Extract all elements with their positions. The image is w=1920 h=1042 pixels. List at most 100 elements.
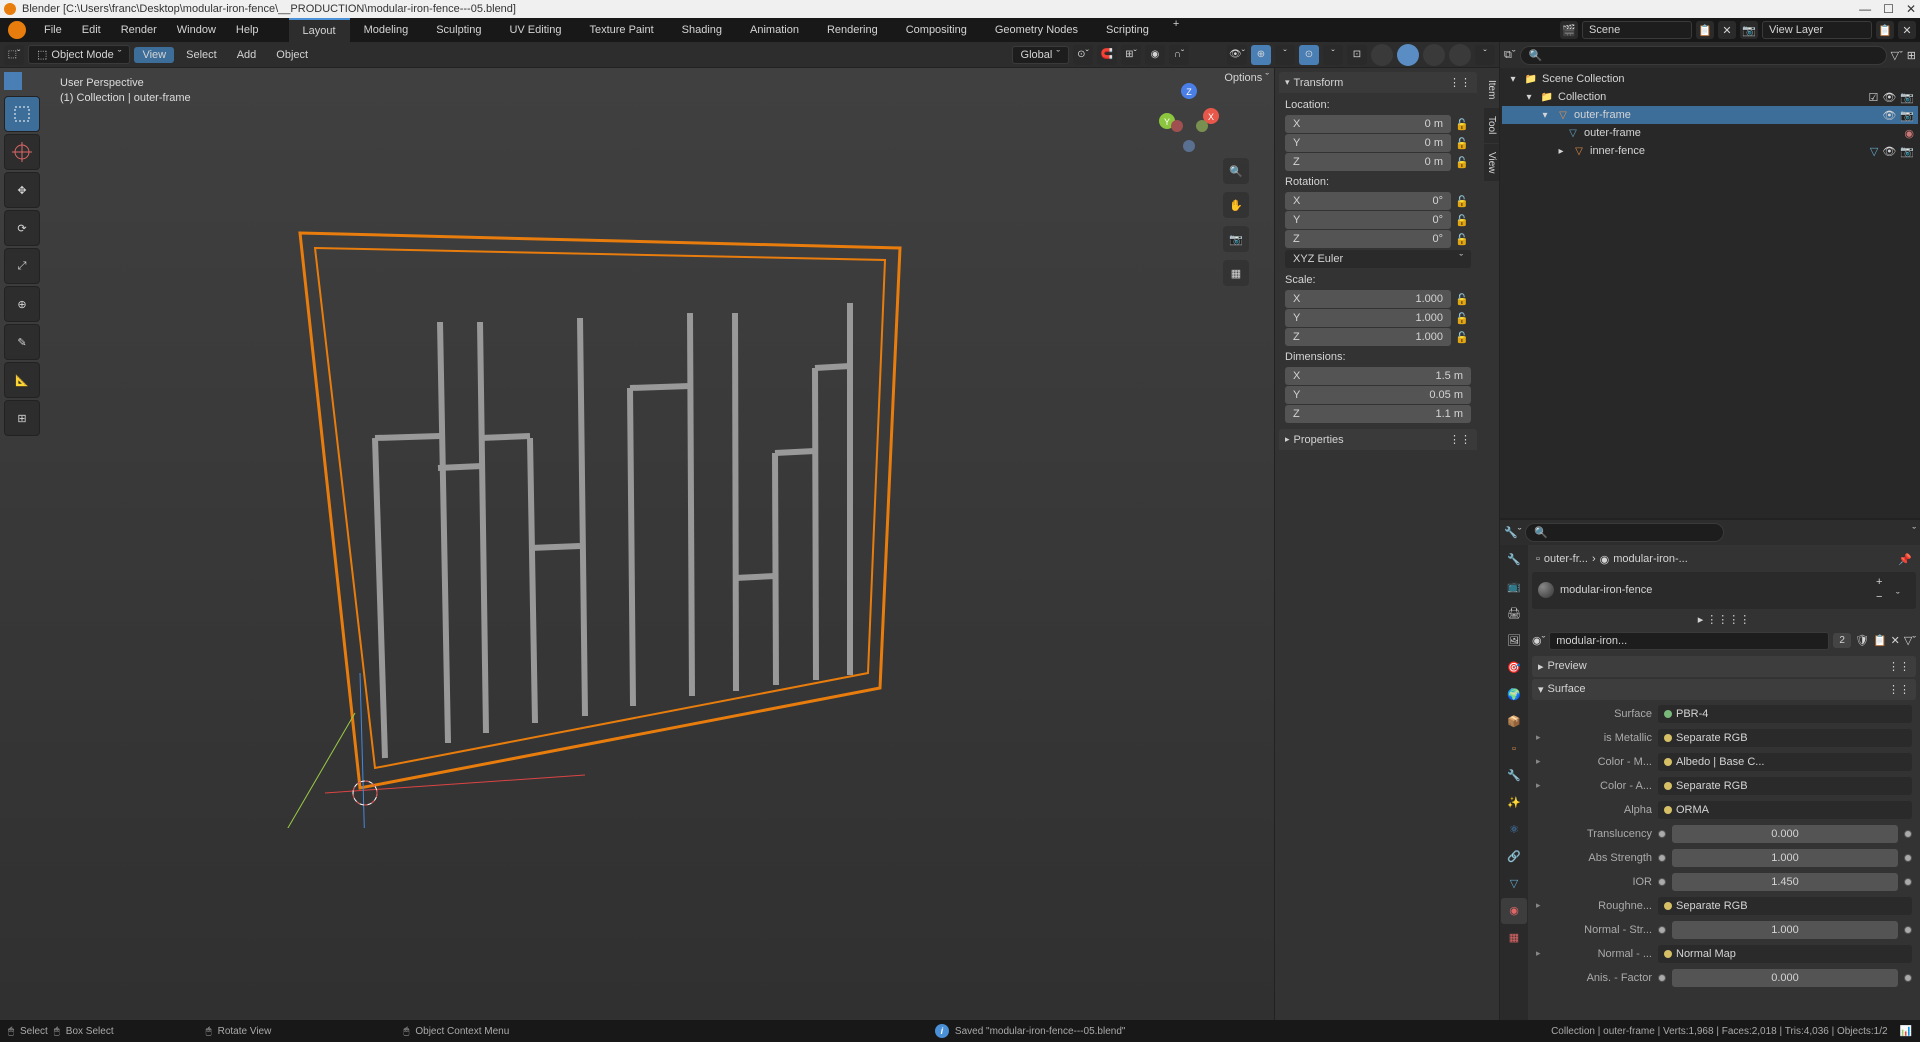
- prop-tab-world[interactable]: 🌍: [1501, 682, 1527, 708]
- shading-solid[interactable]: [1397, 44, 1419, 66]
- select-menu[interactable]: Select: [178, 49, 225, 61]
- scene-new-button[interactable]: 📋: [1696, 21, 1714, 39]
- viewlayer-name-field[interactable]: [1762, 21, 1872, 39]
- tool-rotate[interactable]: ⟳: [4, 210, 40, 246]
- tab-texture-paint[interactable]: Texture Paint: [575, 18, 667, 42]
- pin-icon[interactable]: 📌: [1898, 553, 1912, 566]
- object-menu[interactable]: Object: [268, 49, 316, 61]
- selectmode-2[interactable]: [23, 72, 41, 90]
- tree-inner-fence[interactable]: ▸▽inner-fence ▽👁📷: [1502, 142, 1918, 160]
- menu-help[interactable]: Help: [226, 24, 269, 36]
- prop-tab-object[interactable]: ▫: [1501, 736, 1527, 762]
- tree-outer-frame[interactable]: ▾▽outer-frame 👁📷: [1502, 106, 1918, 124]
- tab-modeling[interactable]: Modeling: [350, 18, 423, 42]
- menu-edit[interactable]: Edit: [72, 24, 111, 36]
- add-menu[interactable]: Add: [229, 49, 265, 61]
- tool-annotate[interactable]: ✎: [4, 324, 40, 360]
- prop-tab-render[interactable]: 📺: [1501, 574, 1527, 600]
- camera-icon[interactable]: 📷: [1223, 226, 1249, 252]
- prop-socket-5[interactable]: [1658, 854, 1666, 862]
- prop-socket-10[interactable]: [1658, 974, 1666, 982]
- prop-value-9[interactable]: Normal Map: [1658, 945, 1912, 963]
- gizmo-dropdown[interactable]: ˇ: [1275, 45, 1295, 65]
- lock-rot-x[interactable]: 🔓: [1453, 192, 1471, 210]
- prop-extra-6[interactable]: [1904, 878, 1912, 886]
- mat-name-field[interactable]: modular-iron...: [1549, 632, 1829, 650]
- tool-move[interactable]: ✥: [4, 172, 40, 208]
- surface-section[interactable]: ▾Surface⋮⋮: [1532, 679, 1916, 700]
- prop-tab-modifier[interactable]: 🔧: [1501, 763, 1527, 789]
- location-y[interactable]: Y0 m: [1285, 134, 1451, 152]
- properties-search[interactable]: 🔍: [1525, 523, 1723, 542]
- scene-browse-icon[interactable]: 🎬: [1560, 21, 1578, 39]
- shading-wireframe[interactable]: [1371, 44, 1393, 66]
- tree-collection[interactable]: ▾📁Collection ☑👁📷: [1502, 88, 1918, 106]
- mode-dropdown[interactable]: ⬚ Object Mode ˇ: [28, 45, 130, 64]
- prop-extra-10[interactable]: [1904, 974, 1912, 982]
- lock-loc-x[interactable]: 🔓: [1453, 115, 1471, 133]
- mat-new[interactable]: 📋: [1873, 634, 1887, 647]
- pan-icon[interactable]: ✋: [1223, 192, 1249, 218]
- tab-compositing[interactable]: Compositing: [892, 18, 981, 42]
- viewlayer-new-button[interactable]: 📋: [1876, 21, 1894, 39]
- mat-unlink[interactable]: ✕: [1891, 634, 1900, 647]
- snap-dropdown[interactable]: ⊞ˇ: [1121, 45, 1141, 65]
- npanel-tab-view[interactable]: View: [1484, 144, 1499, 182]
- prop-tab-constraint[interactable]: 🔗: [1501, 844, 1527, 870]
- lock-rot-y[interactable]: 🔓: [1453, 211, 1471, 229]
- mat-nodes-dropdown[interactable]: ▽ˇ: [1904, 634, 1916, 647]
- tool-add-cube[interactable]: ⊞: [4, 400, 40, 436]
- outliner-search[interactable]: 🔍: [1520, 46, 1887, 65]
- tab-layout[interactable]: Layout: [289, 18, 350, 42]
- prop-value-5[interactable]: 1.000: [1672, 849, 1898, 867]
- viewlayer-delete-button[interactable]: ✕: [1898, 21, 1916, 39]
- prop-value-3[interactable]: ORMA: [1658, 801, 1912, 819]
- scale-y[interactable]: Y1.000: [1285, 309, 1451, 327]
- menu-render[interactable]: Render: [111, 24, 167, 36]
- prop-socket-4[interactable]: [1658, 830, 1666, 838]
- prop-value-4[interactable]: 0.000: [1672, 825, 1898, 843]
- rotation-mode-dropdown[interactable]: XYZ Eulerˇ: [1285, 250, 1471, 268]
- gizmo-toggle[interactable]: ⊕: [1251, 45, 1271, 65]
- prop-socket-6[interactable]: [1658, 878, 1666, 886]
- proportional-toggle[interactable]: ◉: [1145, 45, 1165, 65]
- mat-slot-handle[interactable]: ▸ ⋮⋮⋮⋮: [1532, 611, 1916, 628]
- tool-cursor[interactable]: [4, 134, 40, 170]
- editor-type-dropdown[interactable]: ⬚ˇ: [4, 45, 24, 65]
- scale-z[interactable]: Z1.000: [1285, 328, 1451, 346]
- mat-slot-remove[interactable]: −: [1876, 591, 1890, 605]
- pivot-dropdown[interactable]: ⊙ˇ: [1073, 45, 1093, 65]
- properties-type-dropdown[interactable]: 🔧ˇ: [1504, 526, 1521, 539]
- mat-slot-menu[interactable]: ˇ: [1896, 591, 1910, 605]
- menu-file[interactable]: File: [34, 24, 72, 36]
- scene-name-field[interactable]: [1582, 21, 1692, 39]
- blender-logo-icon[interactable]: [8, 21, 26, 39]
- tab-animation[interactable]: Animation: [736, 18, 813, 42]
- menu-window[interactable]: Window: [167, 24, 226, 36]
- prop-tab-physics[interactable]: ⚛: [1501, 817, 1527, 843]
- overlay-toggle[interactable]: ⊙: [1299, 45, 1319, 65]
- mat-users-badge[interactable]: 2: [1833, 633, 1851, 648]
- rotation-y[interactable]: Y0°: [1285, 211, 1451, 229]
- tab-scripting[interactable]: Scripting: [1092, 18, 1163, 42]
- prop-tab-material[interactable]: ◉: [1501, 898, 1527, 924]
- prop-socket-8[interactable]: [1658, 926, 1666, 934]
- visibility-dropdown[interactable]: 👁ˇ: [1227, 45, 1247, 65]
- prop-tab-collection[interactable]: 📦: [1501, 709, 1527, 735]
- tool-measure[interactable]: 📐: [4, 362, 40, 398]
- shading-dropdown[interactable]: ˇ: [1475, 45, 1495, 65]
- tree-outer-frame-mesh[interactable]: ▽outer-frame ◉: [1502, 124, 1918, 142]
- proportional-dropdown[interactable]: ∩ˇ: [1169, 45, 1189, 65]
- prop-value-2[interactable]: Separate RGB: [1658, 777, 1912, 795]
- outliner-filter[interactable]: ▽ˇ: [1891, 49, 1903, 62]
- mat-fake-user[interactable]: 🛡: [1855, 634, 1869, 647]
- prop-tab-output[interactable]: 🖨: [1501, 601, 1527, 627]
- location-z[interactable]: Z0 m: [1285, 153, 1451, 171]
- prop-value-6[interactable]: 1.450: [1672, 873, 1898, 891]
- prop-tab-viewlayer[interactable]: 🖼: [1501, 628, 1527, 654]
- minimize-button[interactable]: —: [1859, 2, 1871, 16]
- rotation-x[interactable]: X0°: [1285, 192, 1451, 210]
- close-button[interactable]: ✕: [1906, 2, 1916, 16]
- mat-slot-add[interactable]: +: [1876, 576, 1890, 590]
- tab-rendering[interactable]: Rendering: [813, 18, 892, 42]
